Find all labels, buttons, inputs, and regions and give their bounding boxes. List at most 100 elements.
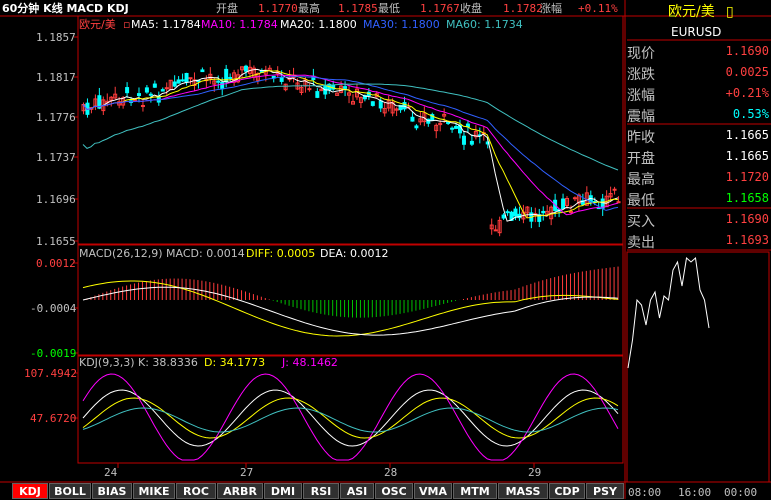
xaxis-label: 29: [528, 466, 542, 479]
open-label: 开盘: [216, 2, 238, 15]
kline-frame: [77, 15, 624, 245]
quote-row-value: +0.21%: [725, 86, 769, 100]
tab-dmi[interactable]: DMI: [264, 483, 302, 499]
intraday-frame: [626, 251, 770, 483]
candle-body: [176, 79, 181, 84]
tab-osc[interactable]: OSC: [375, 483, 413, 499]
candle-body: [454, 126, 459, 129]
change-value: +0.11%: [578, 2, 618, 15]
tab-kdj[interactable]: KDJ: [12, 483, 48, 499]
quote-row-value: 1.1665: [725, 128, 769, 142]
candle-body: [148, 93, 153, 96]
tab-boll[interactable]: BOLL: [49, 483, 91, 499]
quote-code: EURUSD: [671, 25, 722, 39]
candle-body: [216, 80, 221, 83]
quote-row-value: 0.53%: [732, 107, 769, 121]
candle-body: [410, 116, 415, 122]
tab-cdp[interactable]: CDP: [549, 483, 585, 499]
candle-body: [501, 214, 506, 219]
tab-roc[interactable]: ROC: [176, 483, 216, 499]
intraday-xlabel: 08:00: [628, 486, 662, 499]
tab-psy[interactable]: PSY: [586, 483, 624, 499]
quote-row-value: 1.1690: [725, 44, 769, 58]
quote-row-label: 涨幅: [627, 88, 655, 104]
candle-body: [220, 81, 225, 90]
close-label: 收盘: [460, 2, 482, 15]
candle-body: [228, 76, 233, 79]
candle-body: [469, 140, 474, 145]
symbol-marker: ▫: [123, 18, 131, 31]
tab-arbr[interactable]: ARBR: [217, 483, 263, 499]
candle-body: [572, 197, 577, 200]
candle-body: [315, 91, 320, 98]
candle-body: [164, 87, 169, 90]
quote-row-value: 1.1690: [725, 212, 769, 226]
tab-vma[interactable]: VMA: [414, 483, 452, 499]
change-label: 涨幅: [540, 2, 562, 15]
candle-body: [160, 89, 165, 92]
kline-ytick: 1.1737: [36, 151, 76, 164]
candle-body: [616, 201, 621, 204]
quote-row-label: 卖出: [627, 235, 655, 251]
intraday-price-line: [627, 257, 710, 369]
candle-body: [568, 211, 573, 214]
candle-body: [152, 83, 157, 88]
kline-ytick: 1.1817: [36, 71, 76, 84]
candle-body: [184, 72, 189, 83]
candle-body: [172, 81, 177, 87]
xaxis-label: 24: [104, 466, 118, 479]
macd-dea-line: [82, 286, 619, 336]
kdj-frame: [77, 355, 624, 464]
macd-ytick: 0.0012: [36, 257, 76, 270]
quote-name: 欧元/美: [668, 4, 715, 20]
quote-row-label: 昨收: [627, 130, 655, 146]
quote-row-value: 1.1720: [725, 170, 769, 184]
intraday-xlabel: 16:00: [678, 486, 712, 499]
tab-rsi[interactable]: RSI: [303, 483, 339, 499]
ma20-label: MA20: 1.1800: [280, 18, 357, 31]
tab-mike[interactable]: MIKE: [133, 483, 175, 499]
quote-row-label: 买入: [627, 214, 655, 230]
candle-body: [446, 121, 451, 124]
candle-body: [461, 135, 466, 145]
kdj-d-line: [82, 397, 619, 439]
tab-mtm[interactable]: MTM: [453, 483, 497, 499]
candle-body: [370, 101, 375, 106]
quote-row-label: 开盘: [627, 151, 655, 167]
tab-bias[interactable]: BIAS: [92, 483, 132, 499]
candle-body: [343, 86, 348, 89]
macd-diff-label: DIFF: 0.0005: [246, 247, 316, 260]
low-label: 最低: [378, 2, 400, 15]
quote-row: 开盘 1.1665: [627, 146, 771, 167]
ma60-line: [82, 83, 619, 171]
xaxis-label: 27: [240, 466, 254, 479]
quote-row: 最低 1.1658: [627, 188, 771, 209]
candle-body: [279, 77, 284, 82]
tab-mass[interactable]: MASS: [498, 483, 548, 499]
quote-row-label: 现价: [627, 46, 655, 62]
quote-row: 涨跌 0.0025: [627, 62, 771, 83]
high-value: 1.1785: [338, 2, 378, 15]
quote-row: 震幅 0.53%: [627, 104, 771, 125]
symbol-label: 欧元/美: [79, 18, 116, 32]
candle-body: [136, 93, 141, 97]
macd-ytick: -0.0004: [30, 302, 77, 315]
candle-body: [493, 229, 498, 232]
candle-body: [612, 188, 617, 191]
quote-row-value: 1.1693: [725, 233, 769, 247]
kdj-label: KDJ(9,3,3) K: 38.8336: [79, 356, 198, 369]
ma30-label: MA30: 1.1800: [363, 18, 440, 31]
candle-body: [144, 87, 149, 93]
kline-ytick: 1.1696: [36, 193, 76, 206]
quote-name-marker: ▯: [726, 4, 734, 20]
kdj-ytick: 47.6720: [30, 412, 77, 425]
xaxis-label: 28: [384, 466, 398, 479]
quote-row: 现价 1.1690: [627, 41, 771, 62]
kdj-j-label: J: 48.1462: [282, 356, 338, 369]
quote-row: 昨收 1.1665: [627, 125, 771, 146]
tab-asi[interactable]: ASI: [340, 483, 374, 499]
quote-row: 买入 1.1690: [627, 209, 771, 230]
macd-ytick: -0.0019: [30, 347, 77, 360]
candle-body: [140, 105, 145, 108]
quote-row-label: 涨跌: [627, 67, 655, 83]
